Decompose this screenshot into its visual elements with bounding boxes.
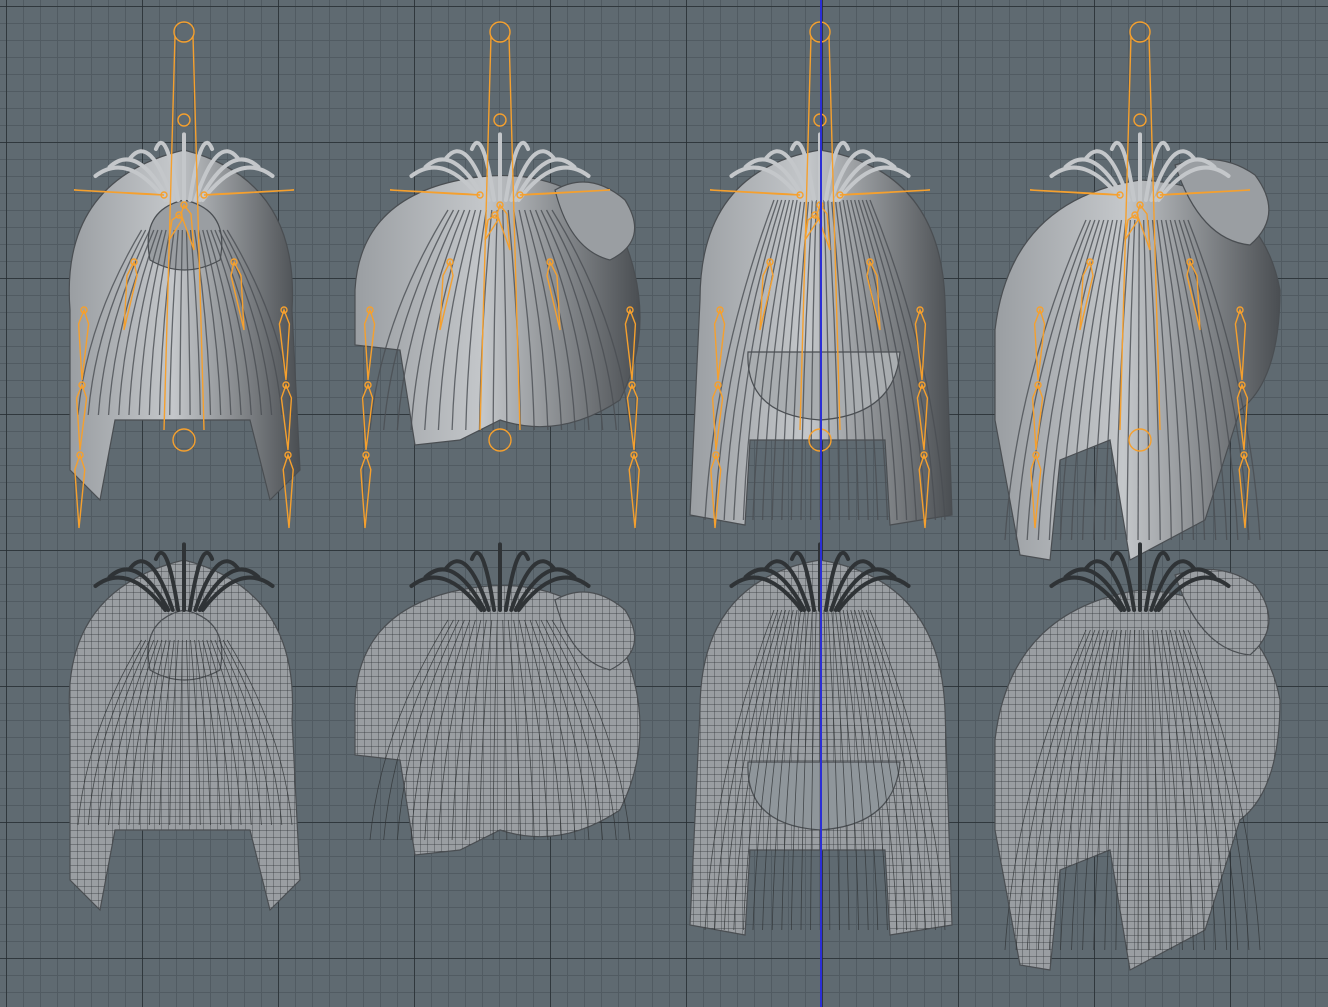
root-joint[interactable] xyxy=(173,21,195,43)
root-tail-joint[interactable] xyxy=(488,428,512,452)
root-joint[interactable] xyxy=(1129,21,1151,43)
head-joint[interactable] xyxy=(493,113,507,127)
head-joint[interactable] xyxy=(1133,113,1147,127)
hair-model-side-wireframe[interactable] xyxy=(354,542,641,856)
root-joint[interactable] xyxy=(489,21,511,43)
vertical-axis-line xyxy=(820,0,822,1007)
bone[interactable] xyxy=(628,452,640,529)
3d-viewport[interactable] xyxy=(0,0,1328,1007)
hair-model-three-quarter-wireframe[interactable] xyxy=(994,542,1281,971)
hair-model-back-shaded[interactable] xyxy=(68,132,301,502)
head-joint[interactable] xyxy=(177,113,191,127)
hair-model-side-shaded[interactable] xyxy=(354,132,641,446)
scene-canvas[interactable] xyxy=(0,0,1328,1007)
hair-model-back-wireframe[interactable] xyxy=(68,542,301,912)
bone[interactable] xyxy=(360,452,372,529)
root-tail-joint[interactable] xyxy=(172,428,196,452)
